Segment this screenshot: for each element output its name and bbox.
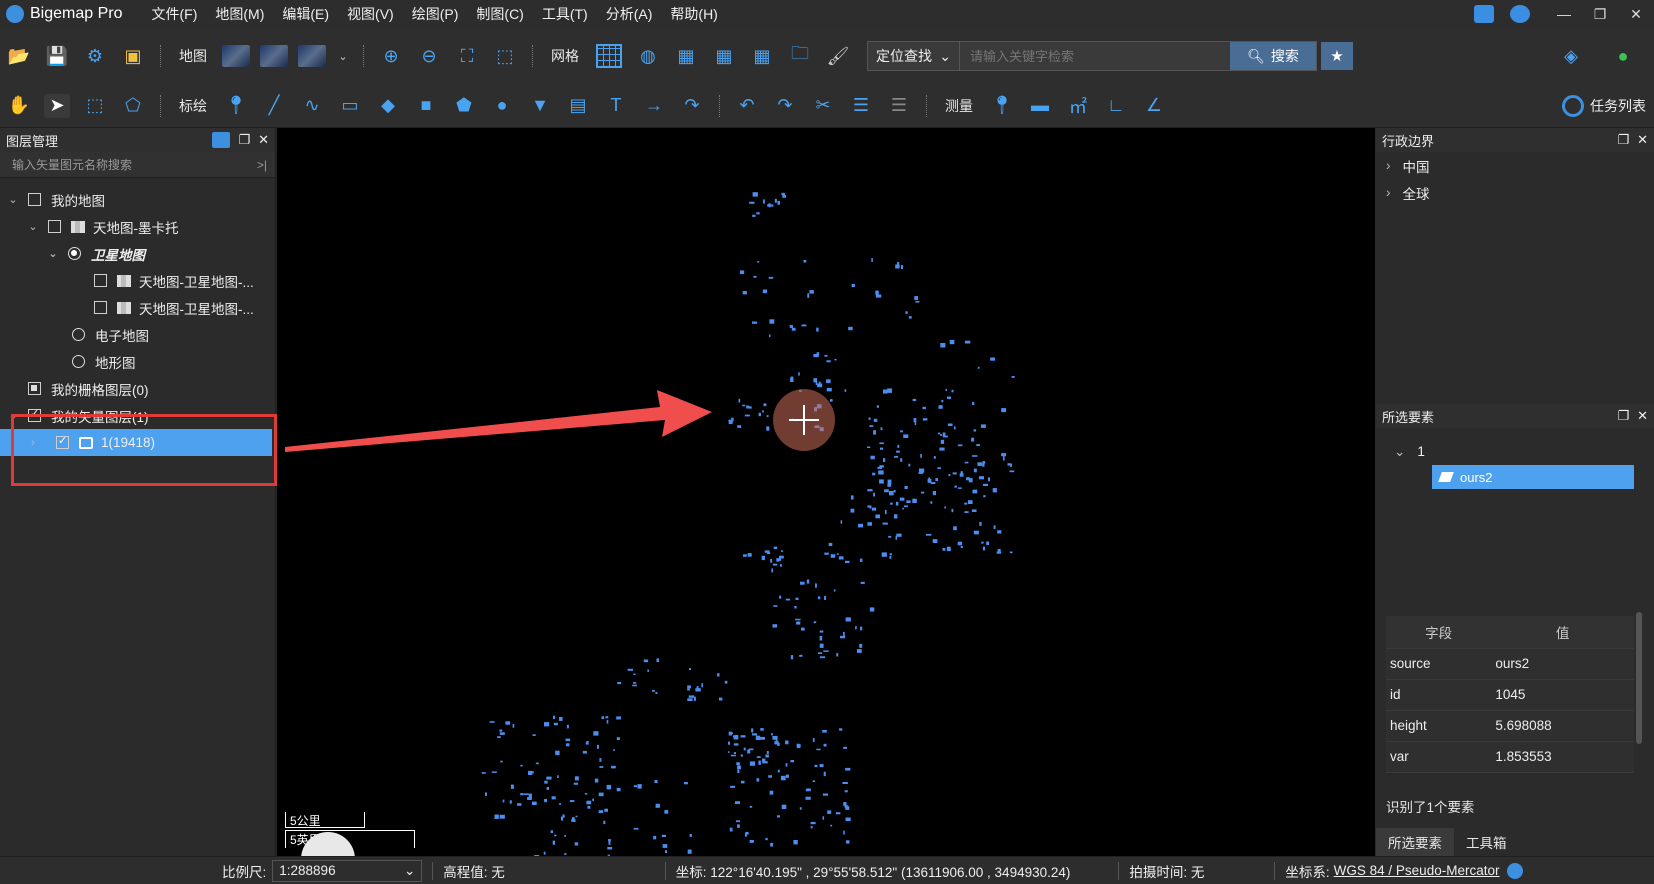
table-row[interactable]: height 5.698088: [1386, 710, 1634, 742]
capture-time-readout: 拍摄时间: 无: [1129, 864, 1205, 880]
separator: [1274, 861, 1276, 880]
attribute-table-scrollbar[interactable]: [1636, 612, 1642, 744]
float-icon[interactable]: ❐: [1617, 132, 1629, 148]
status-bar: 比例尺: 1:288896 ⌄ 高程值: 无 坐标: 122°16'40.195…: [0, 856, 1654, 884]
settings-gear-icon[interactable]: [1507, 862, 1524, 879]
right-panel-tabs: 所选要素 工具箱: [1376, 828, 1654, 856]
admin-item-china[interactable]: › 中国: [1376, 152, 1654, 179]
crs-link[interactable]: WGS 84 / Pseudo-Mercator: [1334, 863, 1500, 878]
table-row[interactable]: id 1045: [1386, 679, 1634, 711]
chevron-down-icon[interactable]: ⌄: [1394, 444, 1405, 460]
separator: [664, 861, 666, 880]
scale-label: 比例尺:: [222, 864, 267, 880]
admin-item-global[interactable]: › 全球: [1376, 179, 1654, 206]
admin-item-label: 中国: [1402, 159, 1430, 175]
selected-features-title: 所选要素: [1382, 409, 1435, 425]
attr-value: 5.698088: [1491, 710, 1634, 742]
separator: [432, 861, 434, 880]
close-icon[interactable]: ✕: [1637, 132, 1648, 148]
table-row[interactable]: source ours2: [1386, 648, 1634, 680]
chevron-right-icon[interactable]: ›: [1386, 158, 1391, 173]
attr-field: var: [1386, 741, 1492, 773]
admin-boundary-header: 行政边界 ❐ ✕: [1376, 128, 1654, 152]
selected-feature-item[interactable]: ours2: [1432, 465, 1634, 489]
admin-item-label: 全球: [1402, 186, 1430, 202]
chevron-down-icon: ⌄: [403, 862, 416, 878]
attribute-table: 字段 值 source ours2 id 1045 height 5.69808…: [1386, 616, 1634, 773]
attr-value: ours2: [1491, 648, 1634, 680]
selected-feature-label: ours2: [1460, 469, 1493, 485]
elevation-readout: 高程值: 无: [443, 864, 505, 880]
column-header-field: 字段: [1386, 616, 1492, 649]
close-icon[interactable]: ✕: [1637, 408, 1648, 424]
column-header-value: 值: [1491, 616, 1634, 649]
attr-field: height: [1386, 710, 1492, 742]
table-row[interactable]: var 1.853553: [1386, 741, 1634, 773]
chevron-right-icon[interactable]: ›: [1386, 185, 1391, 200]
attr-value: 1.853553: [1491, 741, 1634, 773]
selected-features-panel: 所选要素 ❐ ✕ ⌄ 1 ours2: [1376, 404, 1654, 489]
selected-features-header: 所选要素 ❐ ✕: [1376, 404, 1654, 428]
scale-dropdown[interactable]: 1:288896 ⌄: [272, 859, 423, 882]
selected-group-label: 1: [1417, 444, 1425, 459]
attr-value: 1045: [1491, 679, 1634, 711]
admin-boundary-title: 行政边界: [1382, 133, 1435, 149]
identify-status: 识别了1个要素: [1386, 800, 1475, 815]
feature-icon: [1438, 472, 1454, 482]
scale-value: 1:288896: [279, 863, 336, 878]
tab-selected-features[interactable]: 所选要素: [1376, 828, 1454, 856]
selected-group[interactable]: ⌄ 1: [1376, 438, 1654, 465]
coordinate-readout: 坐标: 122°16'40.195" , 29°55'58.512" (1361…: [675, 864, 1071, 880]
right-panels: 行政边界 ❐ ✕ › 中国 › 全球 所选要素 ❐ ✕ ⌄ 1 ours2 字段…: [1376, 128, 1654, 856]
attr-field: source: [1386, 648, 1492, 680]
float-icon[interactable]: ❐: [1617, 408, 1629, 424]
attr-field: id: [1386, 679, 1492, 711]
separator: [1118, 861, 1120, 880]
crs-label: 坐标系:: [1285, 864, 1330, 880]
tab-toolbox[interactable]: 工具箱: [1454, 828, 1519, 856]
